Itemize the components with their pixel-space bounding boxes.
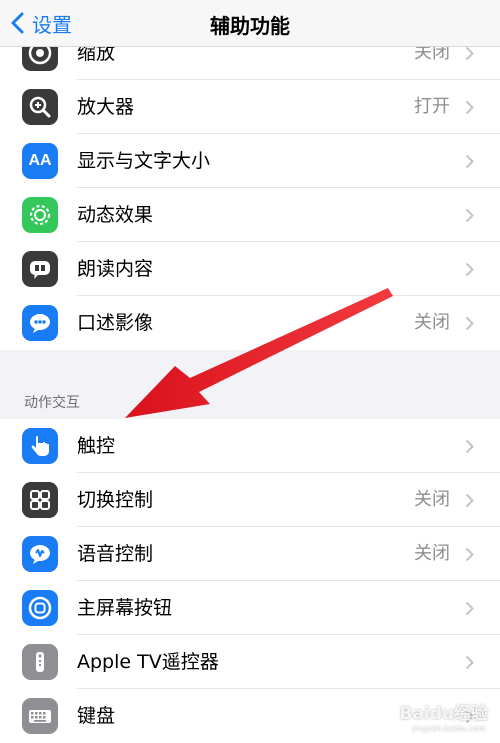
chevron-right-icon <box>465 439 474 454</box>
interaction-settings-group: 触控 切换控制 关闭 语音控制 关闭 主屏幕按钮 Apple TV遥控器 键盘 <box>0 419 500 743</box>
touch-hand-icon <box>22 428 58 464</box>
list-item-audio-descriptions[interactable]: 口述影像 关闭 <box>0 296 500 350</box>
watermark-url: jingyan.baidu.com <box>412 724 486 733</box>
list-item-switch-control[interactable]: 切换控制 关闭 <box>0 473 500 527</box>
list-item-label: 键盘 <box>77 705 116 727</box>
chevron-right-icon <box>465 493 474 508</box>
keyboard-icon <box>22 698 58 734</box>
chevron-right-icon <box>465 262 474 277</box>
list-item-magnifier[interactable]: 放大器 打开 <box>0 80 500 134</box>
list-item-value: 关闭 <box>414 312 450 333</box>
list-item-label: 显示与文字大小 <box>77 150 211 172</box>
list-item-value: 打开 <box>414 96 450 117</box>
chevron-right-icon <box>465 316 474 331</box>
list-item-label: 动态效果 <box>77 204 154 226</box>
home-button-icon <box>22 590 58 626</box>
chevron-right-icon <box>465 547 474 562</box>
page-title: 辅助功能 <box>210 14 290 38</box>
list-item-home-button[interactable]: 主屏幕按钮 <box>0 581 500 635</box>
magnifier-icon <box>22 89 58 125</box>
chevron-right-icon <box>465 208 474 223</box>
list-item-spoken-content[interactable]: 朗读内容 <box>0 242 500 296</box>
text-size-icon: AA <box>22 143 58 179</box>
motion-icon <box>22 197 58 233</box>
list-item-label: 语音控制 <box>77 543 154 565</box>
list-item-display-text-size[interactable]: AA 显示与文字大小 <box>0 134 500 188</box>
list-item-label: 朗读内容 <box>77 258 154 280</box>
list-item-touch[interactable]: 触控 <box>0 419 500 473</box>
chevron-right-icon <box>465 154 474 169</box>
list-item-label: 放大器 <box>77 96 135 118</box>
list-item-value: 关闭 <box>414 489 450 510</box>
chevron-right-icon <box>465 100 474 115</box>
voice-control-icon <box>22 536 58 572</box>
chevron-right-icon <box>465 601 474 616</box>
spoken-content-icon <box>22 251 58 287</box>
list-item-label: 口述影像 <box>77 312 154 334</box>
apple-tv-remote-icon <box>22 644 58 680</box>
list-item-label: 切换控制 <box>77 489 154 511</box>
list-item-label: 触控 <box>77 435 116 457</box>
chevron-right-icon <box>465 46 474 61</box>
chevron-right-icon <box>465 655 474 670</box>
audio-description-icon <box>22 305 58 341</box>
list-item-label: 主屏幕按钮 <box>77 597 173 619</box>
navigation-bar: 设置 辅助功能 <box>0 0 500 47</box>
list-item-voice-control[interactable]: 语音控制 关闭 <box>0 527 500 581</box>
switch-control-icon <box>22 482 58 518</box>
vision-settings-group: 缩放 关闭 放大器 打开 AA 显示与文字大小 动态效果 朗读内容 口述影像 关… <box>0 26 500 350</box>
section-header-interaction: 动作交互 <box>24 395 80 411</box>
list-item-label: Apple TV遥控器 <box>77 651 219 673</box>
list-item-motion[interactable]: 动态效果 <box>0 188 500 242</box>
list-item-value: 关闭 <box>414 543 450 564</box>
watermark-logo: Baidu经验 <box>399 704 488 724</box>
list-item-apple-tv-remote[interactable]: Apple TV遥控器 <box>0 635 500 689</box>
